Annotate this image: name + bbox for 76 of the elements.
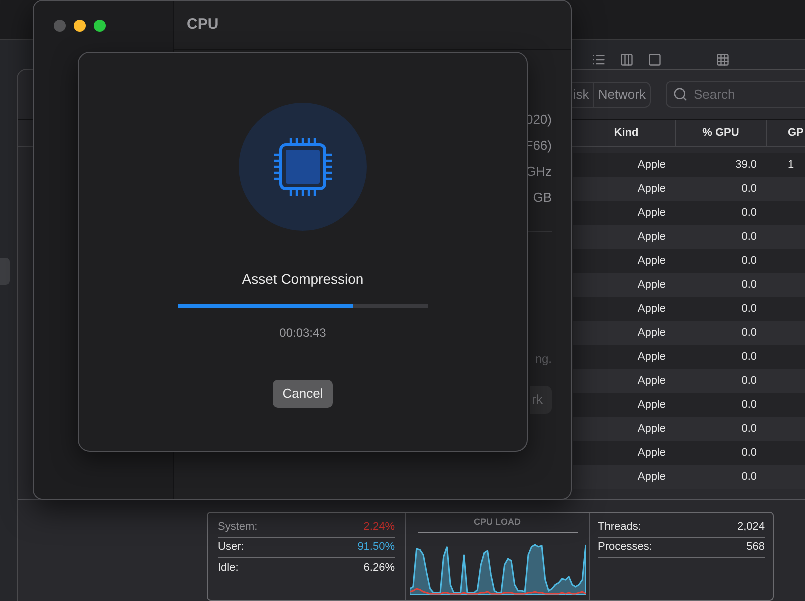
view-tab[interactable]: isk [569,82,594,106]
table-cell-text: 0.0 [740,470,758,485]
search-icon [673,87,688,102]
square-icon[interactable] [648,53,662,67]
chart-title: CPU LOAD [418,516,578,532]
stat-label: System: [218,520,258,536]
table-cell-text: 1 [787,158,794,173]
table-row[interactable]: Apple 0.0 [573,345,805,369]
window-title: CPU [187,14,219,35]
minimize-window-icon[interactable] [74,20,86,32]
table-row[interactable]: Apple 39.0 1 [573,153,805,177]
sidebar-selection [0,258,10,285]
chip-icon [274,138,332,196]
table-cell-text: Apple [636,254,667,269]
table-cell-text: 0.0 [740,398,758,413]
table-cell-text: 0.0 [740,254,758,269]
zoom-window-icon[interactable] [94,20,106,32]
table-row[interactable]: Apple 0.0 [573,441,805,465]
table-cell-text: Apple [636,158,667,173]
table-cell-text: 0.0 [740,446,758,461]
table-row[interactable]: Apple 0.0 [573,465,805,489]
table-cell-text: Apple [636,350,667,365]
table-cell-text: Apple [636,182,667,197]
table-cell-text: 0.0 [740,302,758,317]
cancel-button[interactable]: Cancel [272,380,334,408]
column-header[interactable]: % GPU [676,120,767,146]
search-field[interactable]: Search [666,81,805,108]
table-row[interactable]: Apple 0.0 [573,369,805,393]
column-header[interactable]: GP [767,120,804,146]
table-cell-text: Apple [636,302,667,317]
table-cell-text: 0.0 [740,422,758,437]
table-row[interactable]: Apple 0.0 [573,249,805,273]
count-value: 568 [746,540,765,556]
table-cell-text: Apple [636,278,667,293]
table-cell-text: 0.0 [740,374,758,389]
table-cell-text: Apple [636,470,667,485]
note-text: ng. [535,351,552,368]
stat-value: 91.50% [358,540,395,556]
table-cell-text: Apple [636,422,667,437]
table-row[interactable]: Apple 0.0 [573,225,805,249]
table-row[interactable]: Apple 0.0 [573,417,805,441]
count-label: Threads: [598,520,642,536]
table-cell-text: Apple [636,446,667,461]
close-window-icon[interactable] [54,20,66,32]
column-header[interactable]: Kind [578,120,676,146]
columns-icon[interactable] [620,53,634,67]
table-cell-text: Apple [636,398,667,413]
table-cell-text: 39.0 [734,158,758,173]
view-tab[interactable]: Network [593,82,650,106]
table-row[interactable]: Apple 0.0 [573,201,805,225]
stat-label: Idle: [218,560,239,576]
elapsed-time: 00:03:43 [280,325,326,342]
stat-label: User: [218,540,244,556]
table-cell-text: 0.0 [740,182,758,197]
count-value: 2,024 [737,520,765,536]
table-cell-text: Apple [636,206,667,221]
table-cell-text: 0.0 [740,230,758,245]
table-row[interactable]: Apple 0.0 [573,273,805,297]
table-cell-text: Apple [636,326,667,341]
stat-value: 2.24% [364,520,395,536]
table-cell-text: Apple [636,374,667,389]
table-cell-text: Apple [636,230,667,245]
table-cell-text: 0.0 [740,326,758,341]
table-row[interactable]: Apple 0.0 [573,321,805,345]
table-cell-text: 0.0 [740,206,758,221]
count-label: Processes: [598,540,652,556]
table-row[interactable]: Apple 0.0 [573,393,805,417]
table-row[interactable]: Apple 0.0 [573,177,805,201]
detail-text: GB [533,189,552,207]
table-row[interactable]: Apple 0.0 [573,297,805,321]
grid-icon[interactable] [716,53,730,67]
list-view-icon[interactable] [592,53,606,67]
table-cell-text: 0.0 [740,278,758,293]
task-title: Asset Compression [242,270,364,289]
stat-value: 6.26% [364,560,395,576]
table-cell-text: 0.0 [740,350,758,365]
